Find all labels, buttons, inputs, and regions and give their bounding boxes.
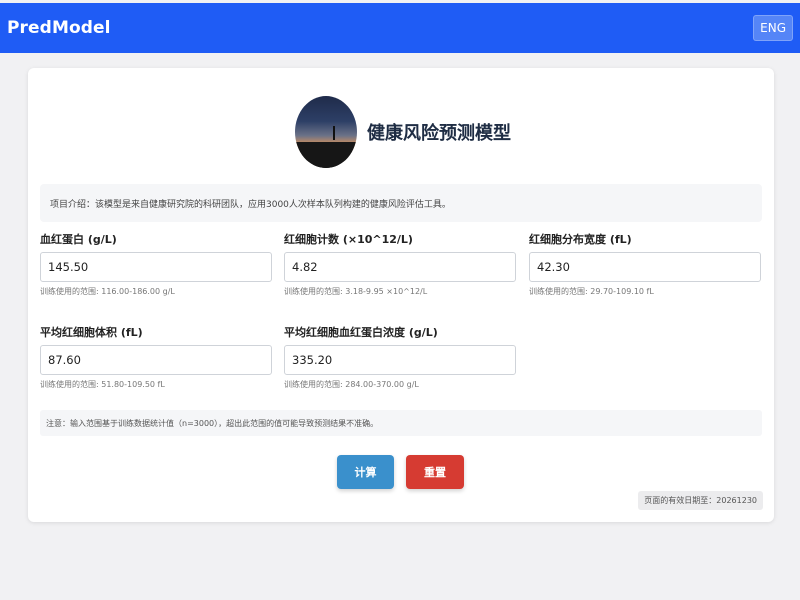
reset-button[interactable]: 重置 (406, 455, 464, 489)
project-intro: 项目介绍：该模型是来自健康研究院的科研团队，应用3000人次样本队列构建的健康风… (40, 184, 762, 222)
field-range-hint: 训练使用的范围: 51.80-109.50 fL (40, 380, 165, 389)
field-range-hint: 训练使用的范围: 3.18-9.95 ×10^12/L (284, 287, 428, 296)
field-label: 平均红细胞血红蛋白浓度 (g/L) (284, 326, 438, 339)
hemoglobin-input[interactable]: 145.50 (40, 252, 272, 282)
model-avatar (295, 96, 357, 168)
field-mcv: 平均红细胞体积 (fL) 87.60 训练使用的范围: 51.80-109.50… (40, 325, 272, 390)
brand-logo[interactable]: PredModel (7, 18, 111, 38)
field-range-hint: 训练使用的范围: 29.70-109.10 fL (529, 287, 654, 296)
field-label: 红细胞分布宽度 (fL) (529, 233, 632, 246)
field-label: 血红蛋白 (g/L) (40, 233, 117, 246)
field-range-hint: 训练使用的范围: 284.00-370.00 g/L (284, 380, 419, 389)
language-toggle-button[interactable]: ENG (753, 15, 793, 41)
field-hemoglobin: 血红蛋白 (g/L) 145.50 训练使用的范围: 116.00-186.00… (40, 232, 272, 297)
field-rdw: 红细胞分布宽度 (fL) 42.30 训练使用的范围: 29.70-109.10… (529, 232, 761, 297)
field-mchc: 平均红细胞血红蛋白浓度 (g/L) 335.20 训练使用的范围: 284.00… (284, 325, 516, 390)
main-card: 健康风险预测模型 项目介绍：该模型是来自健康研究院的科研团队，应用3000人次样… (28, 68, 774, 522)
field-rbc-count: 红细胞计数 (×10^12/L) 4.82 训练使用的范围: 3.18-9.95… (284, 232, 516, 297)
page-title: 健康风险预测模型 (367, 123, 511, 144)
model-header: 健康风险预测模型 (295, 96, 511, 168)
field-label: 红细胞计数 (×10^12/L) (284, 233, 413, 246)
field-label: 平均红细胞体积 (fL) (40, 326, 143, 339)
top-navbar: PredModel ENG (0, 3, 800, 53)
calculate-button[interactable]: 计算 (337, 455, 394, 489)
expiry-badge: 页面的有效日期至：20261230 (638, 491, 763, 510)
rdw-input[interactable]: 42.30 (529, 252, 761, 282)
rbc-count-input[interactable]: 4.82 (284, 252, 516, 282)
field-range-hint: 训练使用的范围: 116.00-186.00 g/L (40, 287, 175, 296)
mchc-input[interactable]: 335.20 (284, 345, 516, 375)
range-warning-note: 注意：输入范围基于训练数据统计值（n=3000），超出此范围的值可能导致预测结果… (40, 410, 762, 436)
mcv-input[interactable]: 87.60 (40, 345, 272, 375)
